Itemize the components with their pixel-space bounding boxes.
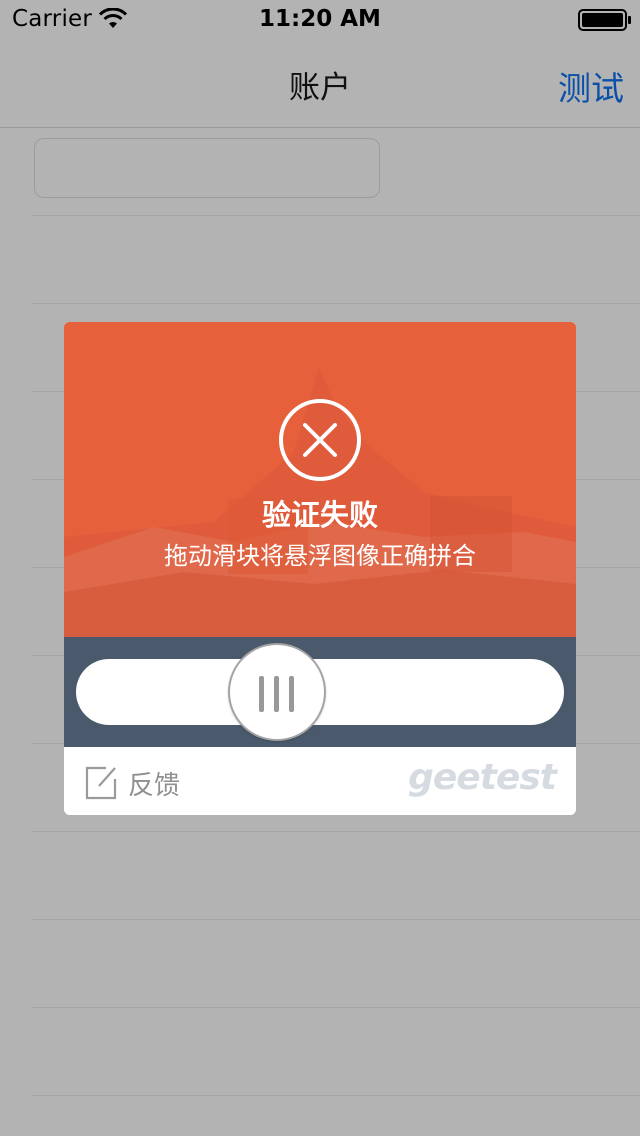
feedback-button[interactable]: 反馈	[84, 765, 180, 801]
row-separator	[32, 919, 640, 920]
edit-icon	[85, 766, 117, 800]
grip-line-icon	[289, 676, 294, 712]
account-input[interactable]	[34, 138, 380, 198]
row-separator	[32, 1095, 640, 1096]
captcha-footer: 反馈 geetest	[64, 747, 576, 815]
feedback-label: 反馈	[128, 770, 181, 801]
captcha-image: 验证失败 拖动滑块将悬浮图像正确拼合	[64, 322, 576, 637]
verification-hint: 拖动滑块将悬浮图像正确拼合	[164, 542, 476, 570]
row-separator	[32, 831, 640, 832]
row-separator	[32, 1007, 640, 1008]
close-circle-icon	[279, 399, 361, 481]
slider-area	[64, 637, 576, 747]
page-title: 账户	[289, 70, 351, 106]
status-bar: Carrier 11:20 AM	[0, 0, 640, 40]
verification-failed-title: 验证失败	[261, 498, 378, 532]
captcha-dialog: 验证失败 拖动滑块将悬浮图像正确拼合 反馈 geetest	[64, 322, 576, 815]
battery-icon	[578, 9, 631, 31]
grip-line-icon	[274, 676, 279, 712]
grip-line-icon	[259, 676, 264, 712]
clock: 11:20 AM	[259, 6, 381, 32]
geetest-logo[interactable]: geetest	[408, 757, 557, 798]
row-separator	[32, 215, 640, 216]
test-button[interactable]: 测试	[558, 62, 624, 110]
slider-handle[interactable]	[228, 643, 326, 741]
navigation-bar: 账户 测试	[0, 40, 640, 128]
row-separator	[32, 303, 640, 304]
